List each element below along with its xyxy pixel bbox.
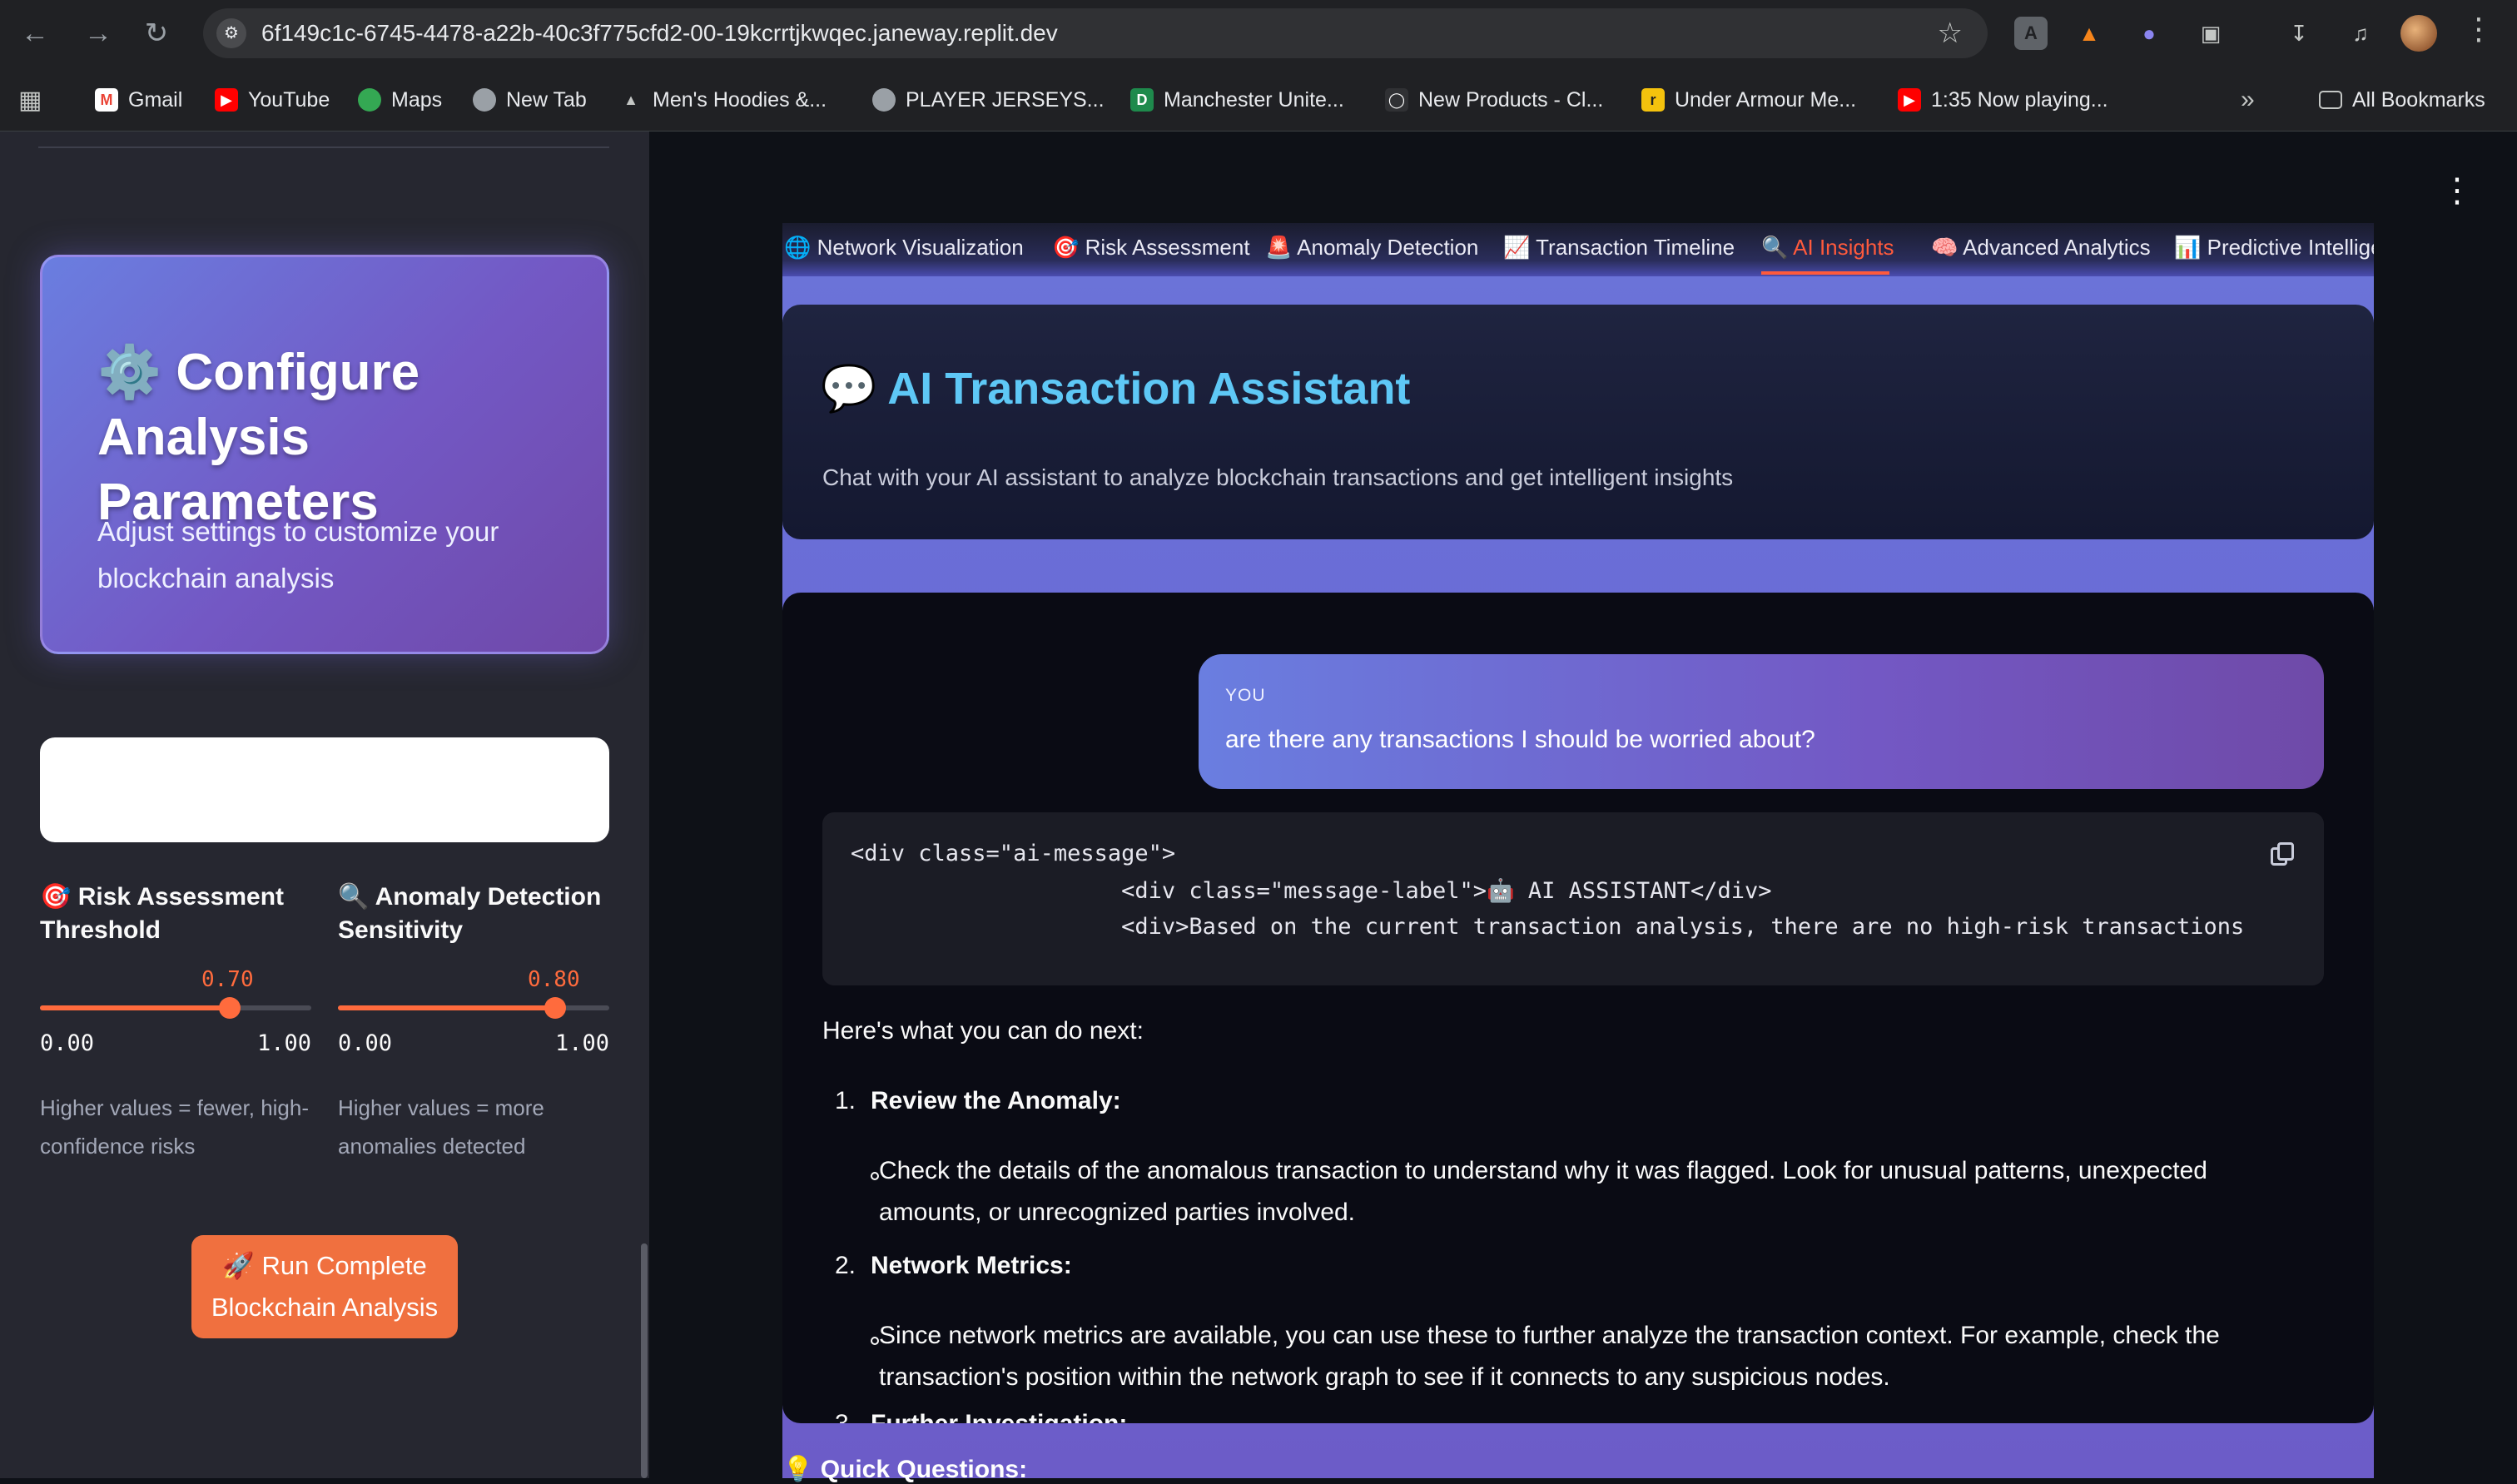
url-text[interactable]: 6f149c1c-6745-4478-a22b-40c3f775cfd2-00-…	[261, 20, 1058, 47]
bookmark-gmail[interactable]: M Gmail	[95, 85, 182, 115]
config-title: ⚙️ Configure Analysis Parameters	[97, 344, 420, 531]
youtube-icon: ▶	[1898, 88, 1921, 112]
bullet-icon	[871, 1337, 879, 1345]
profile-avatar[interactable]	[2400, 15, 2437, 52]
download-icon[interactable]: ↧	[2282, 17, 2316, 50]
bookmark-now-playing[interactable]: ▶ 1:35 Now playing...	[1898, 85, 2108, 115]
list-item-title: Further Investigation:	[871, 1403, 1127, 1423]
folder-icon	[2319, 91, 2342, 109]
extension-icon[interactable]: A	[2014, 17, 2048, 50]
list-item-title: Network Metrics:	[871, 1252, 1072, 1279]
anomaly-slider-max: 1.00	[554, 1030, 609, 1056]
bookmark-new-products[interactable]: ◯ New Products - Cl...	[1385, 85, 1603, 115]
anomaly-slider-track[interactable]	[338, 997, 609, 1019]
sidebar-divider	[38, 146, 609, 148]
browser-menu-icon[interactable]: ⋮	[2464, 12, 2494, 47]
code-block: <div class="ai-message"> <div class="mes…	[822, 812, 2324, 985]
app-menu-icon[interactable]: ⋮	[2440, 171, 2474, 210]
bookmark-new-tab[interactable]: New Tab	[473, 85, 587, 115]
risk-slider-track[interactable]	[40, 997, 311, 1019]
anomaly-sensitivity-value: 0.80	[528, 967, 580, 992]
bullet-icon	[871, 1172, 879, 1180]
risk-threshold-value: 0.70	[201, 967, 254, 992]
triangle-icon: ▲	[623, 92, 638, 108]
blank-input-panel[interactable]	[40, 737, 609, 842]
forward-icon[interactable]: →	[78, 13, 118, 53]
gmail-icon: M	[95, 88, 118, 112]
globe-icon	[473, 88, 496, 112]
shield-icon: ◯	[1385, 88, 1408, 112]
anomaly-slider-fill	[338, 1005, 555, 1010]
bookmark-youtube[interactable]: ▶ YouTube	[215, 85, 330, 115]
r-logo-icon: r	[1641, 88, 1665, 112]
bookmark-star-icon[interactable]: ☆	[1938, 17, 1963, 50]
youtube-icon: ▶	[215, 88, 238, 112]
address-bar[interactable]: ⚙ 6f149c1c-6745-4478-a22b-40c3f775cfd2-0…	[203, 8, 1988, 58]
copy-icon[interactable]	[2271, 842, 2296, 867]
bookmark-maps[interactable]: Maps	[358, 85, 442, 115]
anomaly-sensitivity-slider: 🔍 Anomaly Detection Sensitivity 0.80 0.0…	[338, 881, 609, 1159]
risk-slider-fill	[40, 1005, 230, 1010]
active-tab-indicator	[1761, 271, 1889, 275]
risk-slider-thumb[interactable]	[219, 997, 241, 1019]
tab-transaction-timeline[interactable]: 📈 Transaction Timeline	[1503, 235, 1735, 261]
list-item-title: Review the Anomaly:	[871, 1087, 1121, 1114]
list-item-detail: Check the details of the anomalous trans…	[879, 1157, 2207, 1226]
bookmark-mens-hoodies[interactable]: ▲ Men's Hoodies &...	[619, 85, 827, 115]
tab-risk-assessment[interactable]: 🎯 Risk Assessment	[1052, 235, 1250, 261]
more-bookmarks-icon[interactable]: »	[2241, 85, 2255, 115]
user-label: YOU	[1225, 686, 1266, 705]
extensions-puzzle-icon[interactable]: ▣	[2194, 17, 2227, 50]
all-bookmarks[interactable]: All Bookmarks	[2319, 85, 2485, 115]
config-subtitle: Adjust settings to customize your blockc…	[97, 516, 499, 593]
risk-threshold-label: 🎯 Risk Assessment Threshold	[40, 883, 285, 944]
tab-bar: 🌐 Network Visualization 🎯 Risk Assessmen…	[782, 223, 2374, 276]
reload-icon[interactable]: ↻	[137, 13, 176, 53]
tab-advanced-analytics[interactable]: 🧠 Advanced Analytics	[1931, 235, 2151, 261]
back-icon[interactable]: ←	[15, 13, 55, 53]
site-info-icon[interactable]: ⚙	[216, 18, 246, 48]
maps-icon	[358, 88, 381, 112]
list-item-detail: Since network metrics are available, you…	[879, 1322, 2220, 1391]
user-message-bubble: YOU are there any transactions I should …	[1199, 654, 2324, 789]
config-card: ⚙️ Configure Analysis Parameters Adjust …	[40, 255, 609, 654]
bookmark-player-jerseys[interactable]: PLAYER JERSEYS...	[872, 85, 1105, 115]
assistant-header-card: 💬 AI Transaction Assistant Chat with you…	[782, 305, 2374, 539]
run-analysis-button[interactable]: 🚀 Run Complete Blockchain Analysis	[191, 1235, 458, 1338]
assistant-subtitle: Chat with your AI assistant to analyze b…	[822, 464, 1734, 490]
anomaly-sensitivity-label: 🔍 Anomaly Detection Sensitivity	[338, 883, 602, 944]
risk-slider-min: 0.00	[40, 1030, 95, 1056]
sidebar: ⚙️ Configure Analysis Parameters Adjust …	[0, 132, 649, 1478]
quick-questions-heading: 💡 Quick Questions:	[782, 1456, 1028, 1483]
anomaly-sensitivity-help: Higher values = more anomalies detected	[338, 1095, 544, 1159]
ghost-extension-icon[interactable]: ●	[2132, 17, 2166, 50]
risk-slider-max: 1.00	[256, 1030, 311, 1056]
tab-anomaly-detection[interactable]: 🚨 Anomaly Detection	[1265, 235, 1478, 261]
tab-network-visualization[interactable]: 🌐 Network Visualization	[784, 235, 1024, 261]
apps-grid-icon[interactable]: ▦	[18, 85, 42, 115]
risk-threshold-help: Higher values = fewer, high-confidence r…	[40, 1095, 310, 1159]
globe-icon	[872, 88, 896, 112]
media-control-icon[interactable]: ♫	[2344, 17, 2377, 50]
assistant-title: 💬 AI Transaction Assistant	[821, 364, 1411, 414]
bookmark-under-armour[interactable]: r Under Armour Me...	[1641, 85, 1856, 115]
tab-ai-insights[interactable]: 🔍 AI Insights	[1761, 235, 1894, 261]
metamask-icon[interactable]: ▲	[2073, 17, 2106, 50]
risk-threshold-slider: 🎯 Risk Assessment Threshold 0.70 0.00 1.…	[40, 881, 311, 1159]
chat-panel: YOU are there any transactions I should …	[782, 593, 2374, 1423]
response-intro: Here's what you can do next:	[822, 1017, 1144, 1045]
bookmark-manchester-united[interactable]: D Manchester Unite...	[1130, 85, 1344, 115]
sidebar-scrollbar[interactable]	[641, 1243, 648, 1478]
bookmarks-bar: ▦ M Gmail ▶ YouTube Maps New Tab ▲ Men's Ho…	[0, 67, 2517, 132]
tab-predictive-intelligence[interactable]: 📊 Predictive Intelligence	[2174, 235, 2374, 261]
code-line: <div class="ai-message">	[851, 841, 1176, 866]
code-line: <div>Based on the current transaction an…	[851, 914, 2245, 940]
user-message-text: are there any transactions I should be w…	[1225, 726, 1815, 753]
anomaly-slider-thumb[interactable]	[544, 997, 566, 1019]
main-content: ⋮ 🌐 Network Visualization 🎯 Risk Assessm…	[649, 132, 2517, 1483]
anomaly-slider-min: 0.00	[338, 1030, 393, 1056]
document-icon: D	[1130, 88, 1154, 112]
browser-toolbar: ← → ↻ ⚙ 6f149c1c-6745-4478-a22b-40c3f775…	[0, 0, 2517, 67]
code-line: <div class="message-label">🤖 AI ASSISTAN…	[851, 878, 1772, 904]
